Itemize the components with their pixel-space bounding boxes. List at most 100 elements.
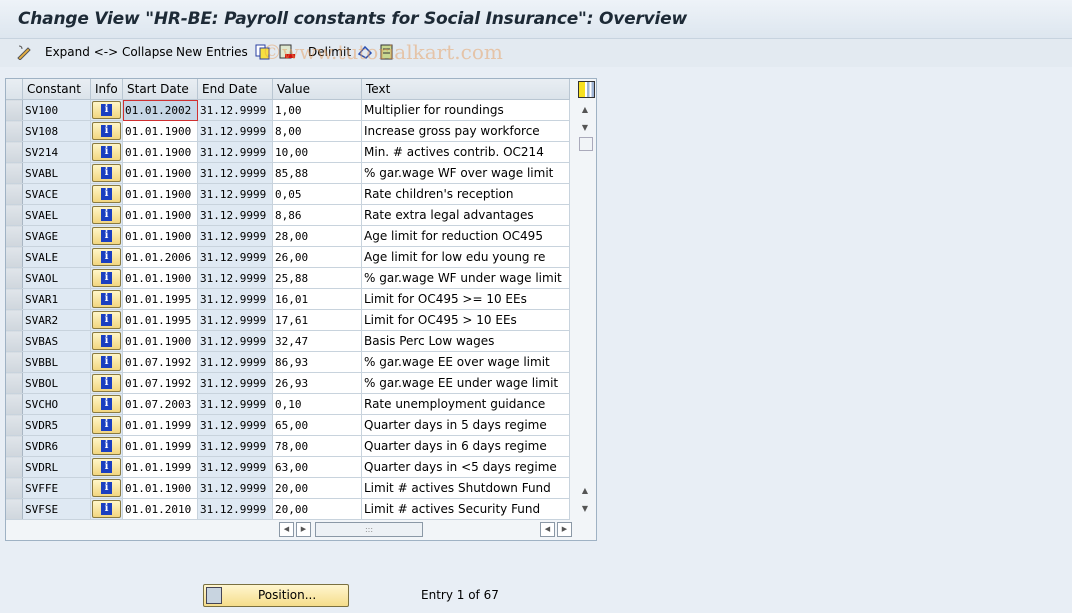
column-header-value[interactable]: Value [272, 79, 362, 100]
cell-start-date[interactable]: 01.01.1900 [122, 225, 198, 247]
info-button[interactable]: i [92, 458, 121, 476]
info-button[interactable]: i [92, 500, 121, 518]
cell-text[interactable]: Increase gross pay workforce [361, 120, 570, 142]
row-selector[interactable] [6, 225, 23, 247]
info-button[interactable]: i [92, 353, 121, 371]
cell-value[interactable]: 32,47 [272, 330, 362, 352]
row-selector[interactable] [6, 372, 23, 394]
cell-value[interactable]: 16,01 [272, 288, 362, 310]
cell-start-date[interactable]: 01.01.1900 [122, 141, 198, 163]
cell-start-date[interactable]: 01.07.1992 [122, 372, 198, 394]
scroll-left-end-button[interactable]: ◀ [540, 522, 555, 537]
cell-text[interactable]: Rate unemployment guidance [361, 393, 570, 415]
cell-start-date[interactable]: 01.01.2006 [122, 246, 198, 268]
column-header-info[interactable]: Info [90, 79, 123, 100]
cell-text[interactable]: Multiplier for roundings [361, 99, 570, 121]
info-button[interactable]: i [92, 374, 121, 392]
scroll-up-button[interactable]: ▲ [578, 103, 592, 117]
cell-value[interactable]: 8,00 [272, 120, 362, 142]
cell-value[interactable]: 20,00 [272, 477, 362, 499]
cell-text[interactable]: % gar.wage EE over wage limit [361, 351, 570, 373]
cell-text[interactable]: % gar.wage WF under wage limit [361, 267, 570, 289]
cell-text[interactable]: Age limit for reduction OC495 [361, 225, 570, 247]
row-selector[interactable] [6, 204, 23, 226]
delimit-button[interactable]: Delimit [308, 45, 351, 59]
info-button[interactable]: i [92, 332, 121, 350]
cell-value[interactable]: 26,00 [272, 246, 362, 268]
cell-value[interactable]: 86,93 [272, 351, 362, 373]
info-button[interactable]: i [92, 290, 121, 308]
cell-value[interactable]: 78,00 [272, 435, 362, 457]
row-selector[interactable] [6, 288, 23, 310]
info-button[interactable]: i [92, 311, 121, 329]
cell-text[interactable]: % gar.wage EE under wage limit [361, 372, 570, 394]
cell-text[interactable]: Quarter days in 6 days regime [361, 435, 570, 457]
row-selector[interactable] [6, 141, 23, 163]
delete-icon[interactable] [279, 44, 295, 60]
new-entries-button[interactable]: New Entries [176, 45, 248, 59]
cell-value[interactable]: 25,88 [272, 267, 362, 289]
cell-value[interactable]: 1,00 [272, 99, 362, 121]
cell-start-date[interactable]: 01.07.2003 [122, 393, 198, 415]
row-selector[interactable] [6, 456, 23, 478]
cell-text[interactable]: Age limit for low edu young re [361, 246, 570, 268]
cell-text[interactable]: Limit # actives Security Fund [361, 498, 570, 520]
scroll-right-end-button[interactable]: ▶ [557, 522, 572, 537]
cell-start-date[interactable]: 01.01.1995 [122, 309, 198, 331]
cell-start-date[interactable]: 01.01.2002 [122, 99, 198, 121]
info-button[interactable]: i [92, 122, 121, 140]
scroll-down-button[interactable]: ▼ [578, 121, 592, 135]
undo-change-icon[interactable] [357, 44, 373, 60]
cell-start-date[interactable]: 01.01.1999 [122, 414, 198, 436]
cell-start-date[interactable]: 01.01.1900 [122, 477, 198, 499]
cell-text[interactable]: Limit # actives Shutdown Fund [361, 477, 570, 499]
cell-text[interactable]: Limit for OC495 > 10 EEs [361, 309, 570, 331]
column-header-text[interactable]: Text [361, 79, 570, 100]
cell-text[interactable]: Rate extra legal advantages [361, 204, 570, 226]
scroll-page-up-button[interactable]: ▲ [578, 484, 592, 498]
info-button[interactable]: i [92, 437, 121, 455]
cell-start-date[interactable]: 01.01.1900 [122, 267, 198, 289]
row-selector[interactable] [6, 120, 23, 142]
row-selector[interactable] [6, 498, 23, 520]
row-selector[interactable] [6, 162, 23, 184]
column-configuration-icon[interactable] [578, 81, 595, 98]
cell-start-date[interactable]: 01.07.1992 [122, 351, 198, 373]
row-selector[interactable] [6, 183, 23, 205]
row-selector[interactable] [6, 267, 23, 289]
cell-start-date[interactable]: 01.01.1900 [122, 120, 198, 142]
cell-start-date[interactable]: 01.01.1900 [122, 183, 198, 205]
cell-text[interactable]: % gar.wage WF over wage limit [361, 162, 570, 184]
info-button[interactable]: i [92, 143, 121, 161]
row-selector[interactable] [6, 393, 23, 415]
row-selector[interactable] [6, 309, 23, 331]
select-all-rows[interactable] [6, 79, 23, 100]
vertical-scroll-thumb[interactable] [579, 137, 593, 151]
info-button[interactable]: i [92, 479, 121, 497]
cell-value[interactable]: 65,00 [272, 414, 362, 436]
cell-start-date[interactable]: 01.01.1900 [122, 162, 198, 184]
cell-value[interactable]: 26,93 [272, 372, 362, 394]
info-button[interactable]: i [92, 206, 121, 224]
info-button[interactable]: i [92, 185, 121, 203]
position-button[interactable]: Position... [203, 584, 349, 607]
scroll-right-button[interactable]: ▶ [296, 522, 311, 537]
row-selector[interactable] [6, 351, 23, 373]
horizontal-scroll-thumb[interactable]: ::: [315, 522, 423, 537]
info-button[interactable]: i [92, 101, 121, 119]
select-all-icon[interactable] [380, 44, 396, 60]
cell-start-date[interactable]: 01.01.2010 [122, 498, 198, 520]
column-header-end-date[interactable]: End Date [197, 79, 273, 100]
info-button[interactable]: i [92, 395, 121, 413]
info-button[interactable]: i [92, 269, 121, 287]
cell-value[interactable]: 28,00 [272, 225, 362, 247]
cell-value[interactable]: 0,05 [272, 183, 362, 205]
cell-start-date[interactable]: 01.01.1995 [122, 288, 198, 310]
row-selector[interactable] [6, 330, 23, 352]
scroll-page-down-button[interactable]: ▼ [578, 502, 592, 516]
cell-value[interactable]: 10,00 [272, 141, 362, 163]
row-selector[interactable] [6, 477, 23, 499]
expand-collapse-button[interactable]: Expand <-> Collapse [45, 45, 173, 59]
cell-text[interactable]: Basis Perc Low wages [361, 330, 570, 352]
cell-start-date[interactable]: 01.01.1999 [122, 456, 198, 478]
